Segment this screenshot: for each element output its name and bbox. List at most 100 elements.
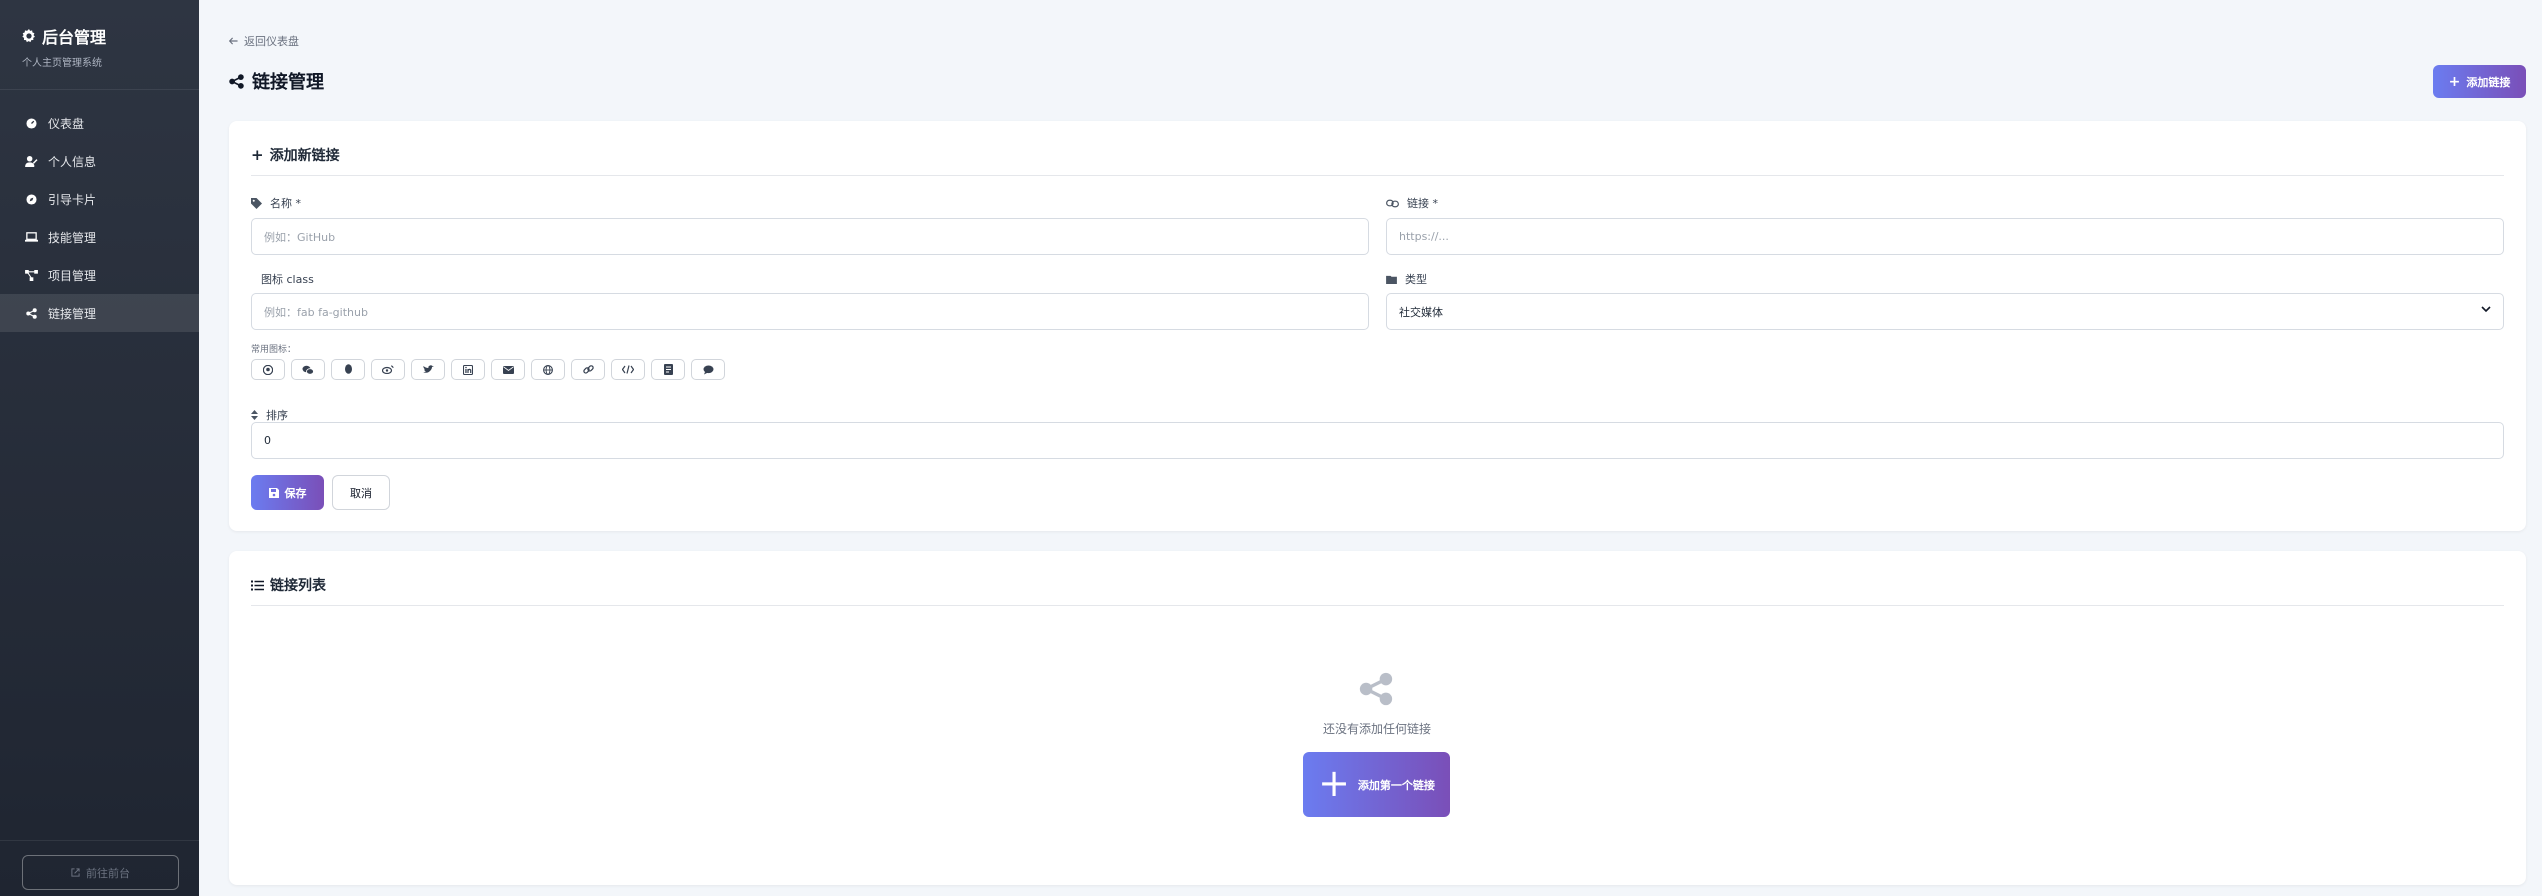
type-select[interactable]: 社交媒体 <box>1386 293 2504 330</box>
cancel-button[interactable]: 取消 <box>332 475 390 510</box>
compass-icon <box>24 193 38 205</box>
gear-icon <box>22 29 35 43</box>
go-frontend-button[interactable]: 前往前台 <box>22 855 179 890</box>
blog-icon-button[interactable] <box>651 359 685 380</box>
code-icon-button[interactable] <box>611 359 645 380</box>
sidebar: 后台管理 个人主页管理系统 仪表盘 个人信息 引导卡片 技能管理 项目管理 链接… <box>0 0 199 896</box>
order-label-row: 排序 <box>251 407 288 423</box>
page-title-text: 链接管理 <box>252 72 324 93</box>
linkedin-icon-button[interactable] <box>451 359 485 380</box>
share-icon <box>24 307 38 319</box>
back-link[interactable]: 返回仪表盘 <box>229 33 299 49</box>
globe-icon <box>543 364 553 375</box>
brand-subtitle: 个人主页管理系统 <box>22 58 102 69</box>
save-label: 保存 <box>284 486 307 500</box>
list-icon <box>251 580 264 590</box>
sidebar-item-label: 技能管理 <box>48 230 97 245</box>
sidebar-item-links[interactable]: 链接管理 <box>0 294 199 332</box>
url-label-row: 链接 * <box>1386 195 1438 211</box>
blog-icon <box>663 364 673 375</box>
name-label-row: 名称 * <box>251 195 301 211</box>
list-card-header: 链接列表 <box>251 575 2504 606</box>
linkedin-icon <box>463 364 473 375</box>
add-link-form-card: + 添加新链接 名称 * 例如：GitHub 链接 * https://... … <box>229 121 2526 531</box>
wechat-icon <box>302 365 314 375</box>
weibo-icon-button[interactable] <box>371 359 405 380</box>
sidebar-footer: 前往前台 <box>0 840 199 896</box>
chevron-down-icon <box>2481 306 2491 313</box>
icon-class-label: 图标 class <box>261 273 314 286</box>
share-icon <box>229 73 244 89</box>
arrow-left-icon <box>229 37 238 45</box>
add-first-link-button[interactable]: + 添加第一个链接 <box>1303 752 1450 817</box>
icon-class-label-row: 图标 class <box>261 271 314 287</box>
sidebar-item-label: 引导卡片 <box>48 192 97 207</box>
add-link-label: 添加链接 <box>2466 75 2511 89</box>
back-link-label: 返回仪表盘 <box>244 35 299 48</box>
share-icon <box>1359 672 1393 710</box>
form-card-header: + 添加新链接 <box>251 145 2504 176</box>
tag-icon <box>251 197 262 209</box>
save-button[interactable]: 保存 <box>251 475 324 510</box>
save-icon <box>268 487 279 498</box>
order-label: 排序 <box>266 409 288 422</box>
comment-icon <box>703 365 713 374</box>
sort-icon <box>251 410 258 420</box>
page-title: 链接管理 <box>229 68 324 94</box>
globe-icon-button[interactable] <box>531 359 565 380</box>
list-title: 链接列表 <box>270 578 326 594</box>
qq-icon <box>344 364 352 374</box>
user-edit-icon <box>24 155 38 167</box>
folder-icon <box>1386 275 1397 284</box>
sidebar-item-guide-cards[interactable]: 引导卡片 <box>0 180 199 218</box>
brand-title-row: 后台管理 <box>22 24 177 48</box>
sidebar-item-skills[interactable]: 技能管理 <box>0 218 199 256</box>
github-icon-button[interactable] <box>251 359 285 380</box>
sidebar-item-label: 项目管理 <box>48 268 97 283</box>
icon-class-input[interactable]: 例如：fab fa-github <box>251 293 1369 330</box>
common-icons-label: 常用图标： <box>251 345 297 355</box>
add-first-link-label: 添加第一个链接 <box>1357 778 1435 792</box>
email-icon-button[interactable] <box>491 359 525 380</box>
dashboard-icon <box>24 117 38 129</box>
link-icon <box>582 365 594 374</box>
qq-icon-button[interactable] <box>331 359 365 380</box>
wechat-icon-button[interactable] <box>291 359 325 380</box>
common-icons-row <box>251 359 725 380</box>
link-icon <box>1386 199 1399 207</box>
sidebar-item-profile[interactable]: 个人信息 <box>0 142 199 180</box>
code-icon <box>622 365 634 374</box>
url-input[interactable]: https://... <box>1386 218 2504 255</box>
add-link-button[interactable]: + 添加链接 <box>2433 65 2526 98</box>
twitter-icon-button[interactable] <box>411 359 445 380</box>
name-input[interactable]: 例如：GitHub <box>251 218 1369 255</box>
type-label-row: 类型 <box>1386 271 1427 287</box>
url-label: 链接 * <box>1407 197 1438 210</box>
empty-state-text: 还没有添加任何链接 <box>1322 722 1431 736</box>
external-link-icon <box>71 868 80 877</box>
sidebar-item-label: 链接管理 <box>48 306 97 321</box>
laptop-icon <box>24 232 38 242</box>
sidebar-item-dashboard[interactable]: 仪表盘 <box>0 104 199 142</box>
plus-icon: + <box>1318 760 1350 805</box>
form-title: 添加新链接 <box>269 148 340 164</box>
plus-icon: + <box>2448 73 2461 90</box>
email-icon <box>502 365 514 374</box>
order-input[interactable]: 0 <box>251 422 2504 459</box>
sidebar-nav: 仪表盘 个人信息 引导卡片 技能管理 项目管理 链接管理 <box>0 90 199 332</box>
brand: 后台管理 个人主页管理系统 <box>0 0 199 90</box>
sidebar-item-label: 仪表盘 <box>48 116 85 131</box>
link-icon-button[interactable] <box>571 359 605 380</box>
type-label: 类型 <box>1405 273 1427 286</box>
plus-icon: + <box>251 145 264 164</box>
go-frontend-label: 前往前台 <box>86 866 130 880</box>
twitter-icon <box>422 365 434 373</box>
link-list-card: 链接列表 还没有添加任何链接 + 添加第一个链接 <box>229 551 2526 885</box>
github-icon <box>263 364 273 375</box>
main-content: 返回仪表盘 链接管理 + 添加链接 + 添加新链接 名称 * 例如：GitHub… <box>199 0 2542 896</box>
name-label: 名称 * <box>270 197 301 210</box>
type-select-value: 社交媒体 <box>1399 305 1443 319</box>
sidebar-item-projects[interactable]: 项目管理 <box>0 256 199 294</box>
sidebar-item-label: 个人信息 <box>48 154 97 169</box>
comment-icon-button[interactable] <box>691 359 725 380</box>
